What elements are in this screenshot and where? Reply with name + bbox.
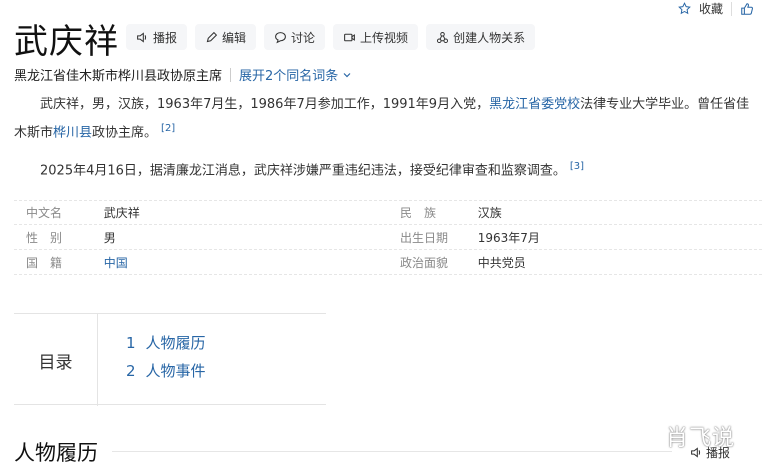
info-value-chinese-name: 武庆祥: [103, 206, 140, 220]
favorite-label[interactable]: 收藏: [699, 0, 723, 17]
lemma-description: 黑龙江省佳木斯市桦川县政协原主席: [14, 69, 223, 84]
info-label-political-status: 政治面貌: [400, 255, 449, 270]
lemma-subtitle: 黑龙江省佳木斯市桦川县政协原主席 展开2个同名词条: [14, 65, 352, 84]
info-value-ethnicity: 汉族: [477, 206, 502, 220]
info-value-gender: 男: [103, 230, 116, 245]
star-icon[interactable]: [678, 2, 691, 15]
intro-text-part3: 政协主席。: [92, 125, 158, 141]
toc-label: 目录: [14, 314, 98, 406]
event-paragraph: 2025年4月16日，据清廉龙江消息，武庆祥涉嫌严重违纪违法，接受纪律审查和监察…: [14, 155, 760, 183]
info-row: 国 籍 中国 政治面貌 中共党员: [14, 250, 762, 275]
section-broadcast-button[interactable]: 播报: [690, 444, 730, 461]
section-divider: [112, 451, 672, 452]
discuss-button[interactable]: 讨论: [264, 24, 326, 50]
action-bar: 播报 编辑 讨论 上传视频 创建人物关系: [126, 24, 536, 50]
info-label-ethnicity: 民 族: [400, 206, 437, 220]
edit-label: 编辑: [222, 30, 247, 45]
info-value-nationality-link[interactable]: 中国: [104, 254, 388, 271]
page-title: 武庆祥: [14, 22, 119, 62]
broadcast-button[interactable]: 播报: [126, 24, 188, 50]
section-broadcast-label: 播报: [706, 446, 731, 460]
reference-3[interactable]: [3]: [570, 161, 584, 172]
chevron-down-icon: [343, 72, 351, 77]
toc-item-number: 2: [126, 362, 136, 380]
edit-button[interactable]: 编辑: [195, 24, 257, 50]
intro-text-part1: 武庆祥，男，汉族，1963年7月生，1986年7月参加工作，1991年9月入党，: [40, 97, 490, 112]
broadcast-label: 播报: [153, 30, 178, 45]
thumbs-up-icon[interactable]: [740, 2, 754, 16]
expand-homonyms-link[interactable]: 展开2个同名词条: [239, 65, 352, 84]
info-label-birth-date: 出生日期: [400, 230, 449, 245]
info-row: 性 别 男 出生日期 1963年7月: [14, 225, 762, 250]
party-school-link[interactable]: 黑龙江省委党校: [489, 97, 580, 112]
upload-video-label: 上传视频: [360, 30, 409, 45]
pencil-icon: [206, 31, 218, 42]
toc-item-text: 人物事件: [145, 362, 206, 380]
top-right-tools: 收藏: [678, 0, 754, 17]
event-text: 2025年4月16日，据清廉龙江消息，武庆祥涉嫌严重违纪违法，接受纪律审查和监察…: [40, 163, 566, 179]
discuss-label: 讨论: [291, 30, 316, 45]
huachuan-county-link[interactable]: 桦川县: [53, 125, 92, 140]
intro-paragraph: 武庆祥，男，汉族，1963年7月生，1986年7月参加工作，1991年9月入党，…: [14, 93, 760, 145]
toc-item-text: 人物履历: [145, 334, 206, 352]
info-row: 中文名 武庆祥 民 族 汉族: [14, 200, 762, 225]
basic-info-table: 中文名 武庆祥 民 族 汉族 性 别 男 出生日期 1963年7月 国 籍 中国…: [14, 200, 762, 275]
info-label-chinese-name: 中文名: [26, 206, 63, 220]
info-label-gender: 性 别: [26, 230, 63, 245]
section-heading-career: 人物履历: [14, 441, 98, 465]
table-of-contents: 目录 1 人物履历 2 人物事件: [14, 313, 326, 406]
create-relation-label: 创建人物关系: [453, 30, 526, 45]
toc-item-number: 1: [126, 334, 136, 352]
info-label-nationality: 国 籍: [26, 255, 63, 270]
info-value-birth-date: 1963年7月: [477, 230, 540, 245]
subtitle-divider: [230, 67, 232, 82]
upload-video-button[interactable]: 上传视频: [333, 24, 419, 50]
speaker-icon: [691, 447, 701, 458]
reference-2[interactable]: [2]: [161, 123, 175, 134]
toc-item-events[interactable]: 2 人物事件: [126, 360, 206, 381]
chat-bubble-icon: [275, 31, 286, 43]
create-relation-button[interactable]: 创建人物关系: [426, 24, 536, 50]
speaker-icon: [137, 31, 147, 43]
toc-item-career[interactable]: 1 人物履历: [126, 332, 206, 353]
toolbar-divider: [731, 1, 732, 16]
expand-homonyms-label: 展开2个同名词条: [239, 69, 339, 84]
relation-icon: [437, 31, 449, 43]
info-value-political-status: 中共党员: [477, 255, 526, 270]
video-icon: [344, 33, 355, 41]
